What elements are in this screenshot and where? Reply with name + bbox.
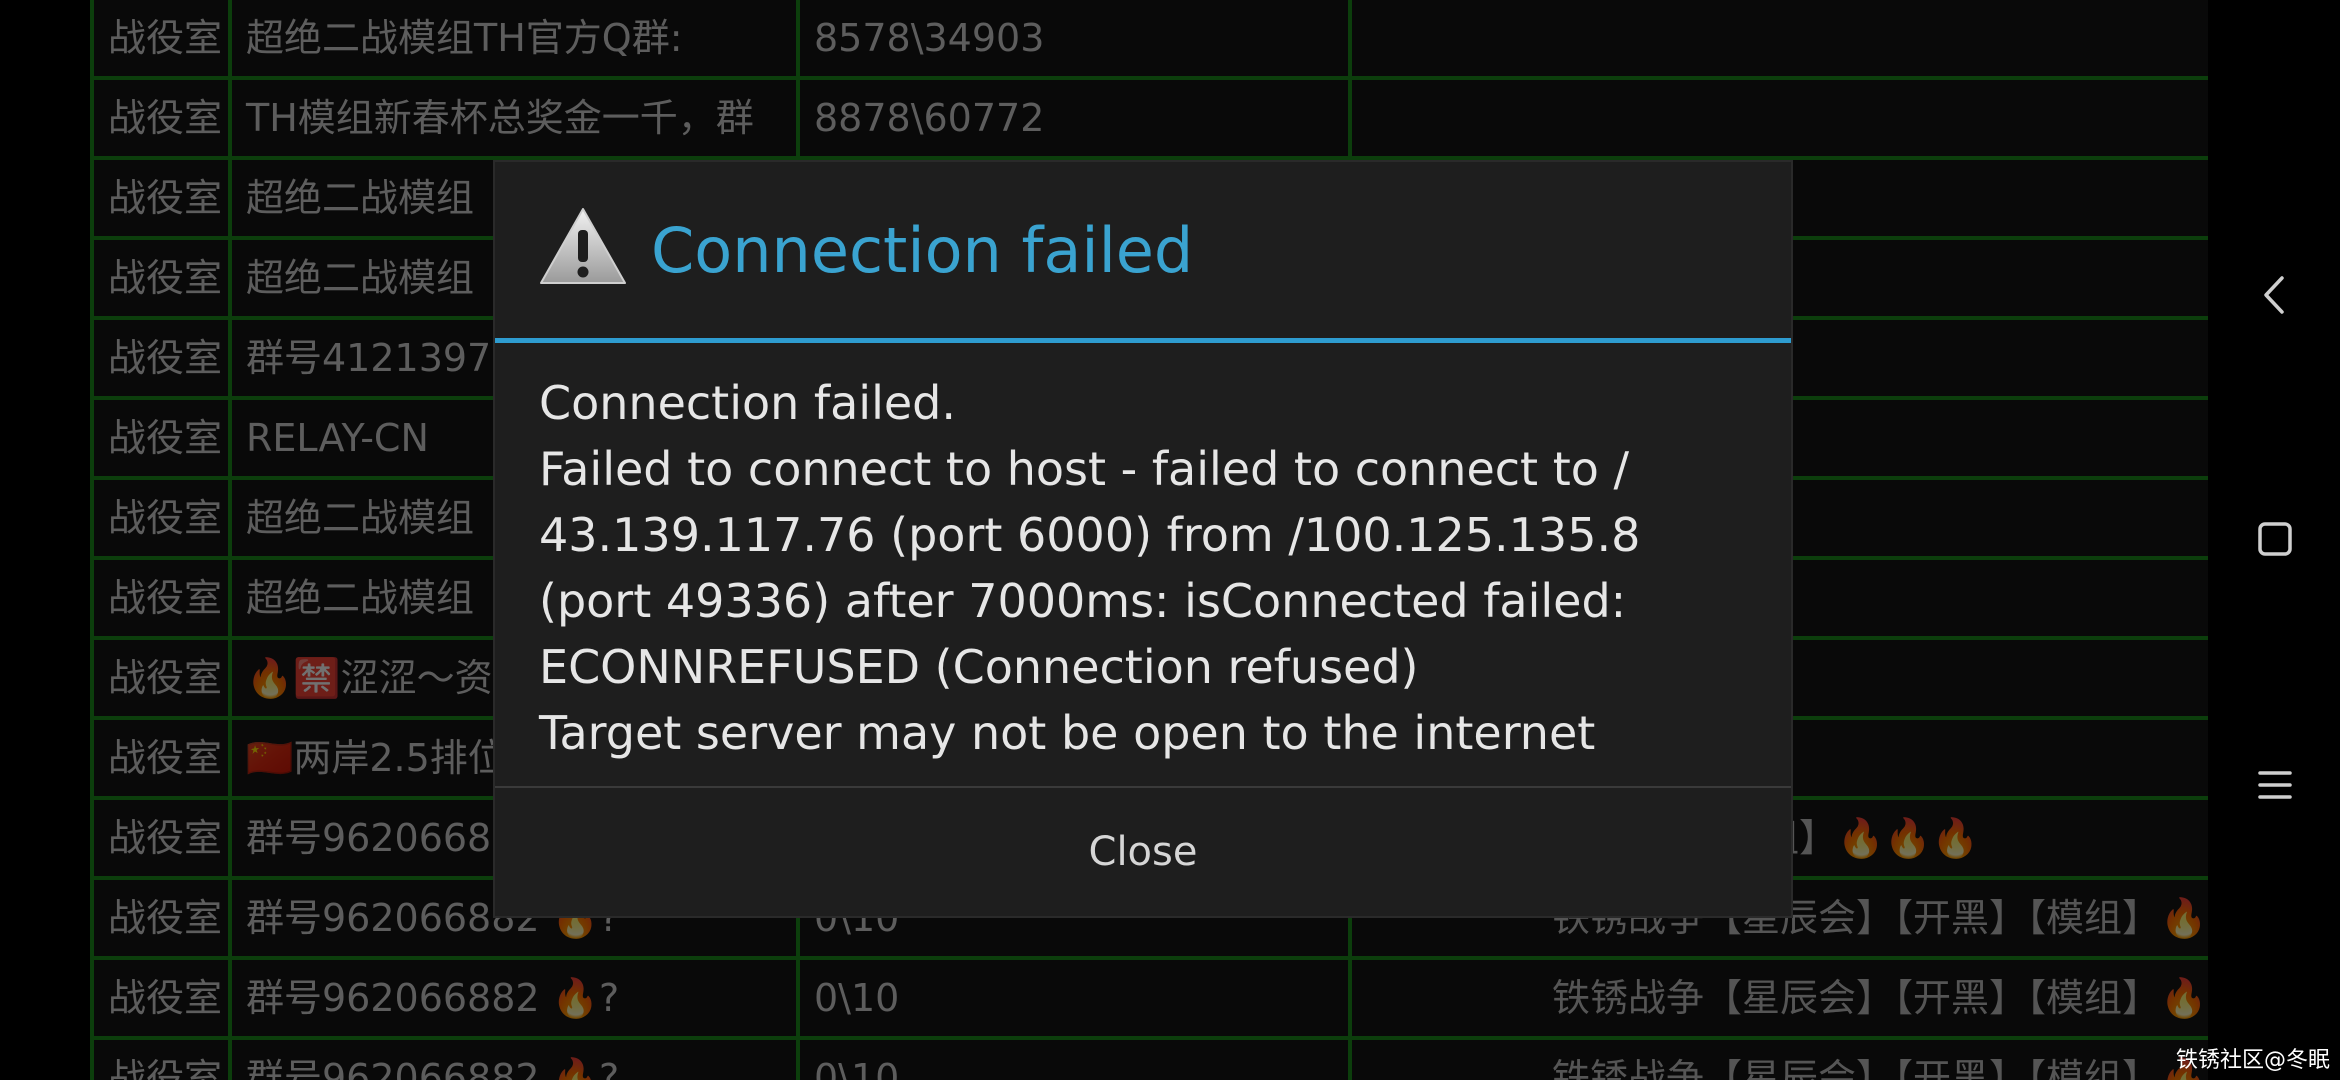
dialog-title: Connection failed xyxy=(651,214,1194,287)
screen: 战役室超绝二战模组TH官方Q群:8578\34903战役室TH模组新春杯总奖金一… xyxy=(0,0,2340,1080)
square-home-icon[interactable] xyxy=(2238,502,2312,576)
message-line: Target server may not be open to the int… xyxy=(539,706,1596,760)
menu-lines-icon[interactable] xyxy=(2238,748,2312,822)
close-button[interactable]: Close xyxy=(495,788,1791,916)
watermark: 铁锈社区@冬眠 xyxy=(2175,1048,2330,1073)
message-line: Connection failed. xyxy=(539,376,956,430)
message-line: ECONNREFUSED (Connection refused) xyxy=(539,640,1419,694)
title-divider xyxy=(495,338,1791,343)
message-line: 43.139.117.76 (port 6000) from /100.125.… xyxy=(539,508,1641,562)
message-line: Failed to connect to host - failed to co… xyxy=(539,442,1630,496)
system-nav-bar xyxy=(2210,0,2340,1080)
dialog-message: Connection failed. Failed to connect to … xyxy=(539,370,1759,766)
message-line: (port 49336) after 7000ms: isConnected f… xyxy=(539,574,1627,628)
dialog-header: Connection failed xyxy=(495,162,1791,343)
back-chevron-icon[interactable] xyxy=(2238,258,2312,332)
connection-failed-dialog: Connection failed Connection failed. Fai… xyxy=(493,160,1793,918)
warning-icon xyxy=(540,208,626,284)
